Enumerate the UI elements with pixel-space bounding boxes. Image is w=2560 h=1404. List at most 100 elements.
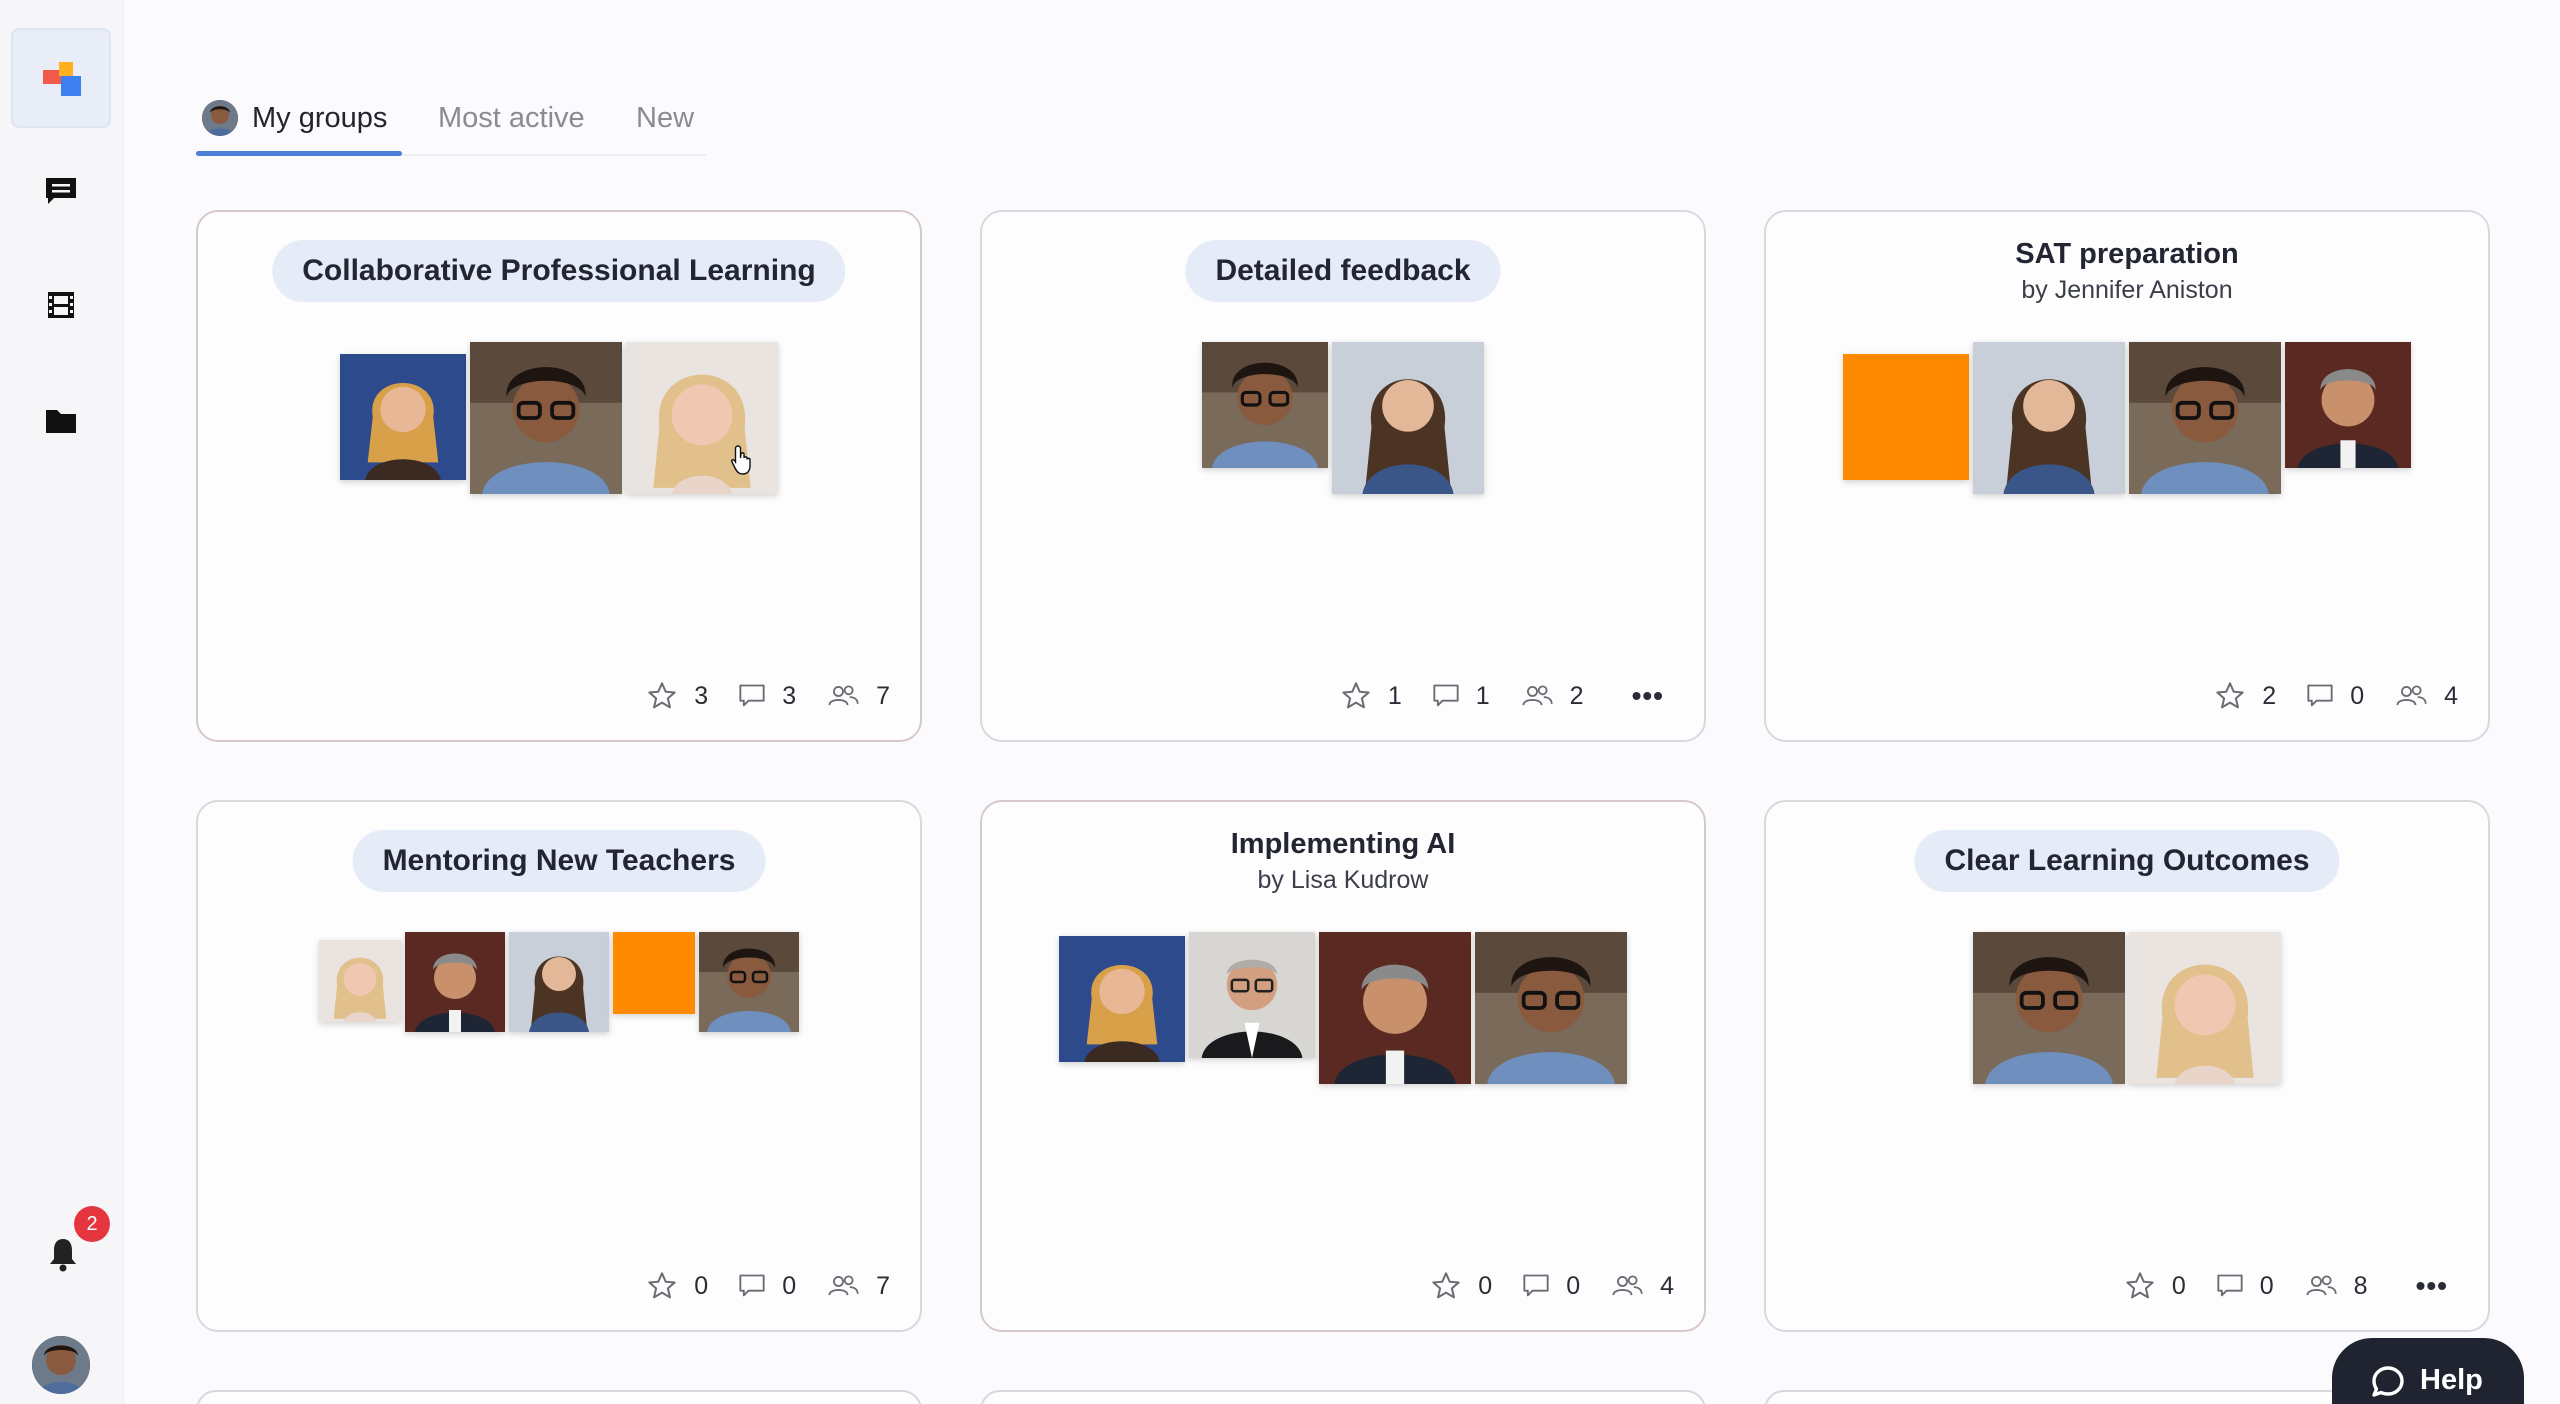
group-card[interactable]: Collaborative Professional Learning 3 3 …: [196, 210, 922, 742]
comment-icon: [1433, 684, 1459, 707]
comments-stat[interactable]: 3: [738, 682, 796, 711]
group-card-partial[interactable]: [980, 1390, 1706, 1404]
group-card-partial[interactable]: [196, 1390, 922, 1404]
stars-stat[interactable]: 2: [2214, 680, 2276, 712]
members-stat[interactable]: 2: [1520, 682, 1584, 711]
stars-count: 2: [2262, 681, 2277, 710]
member-photo: [509, 932, 609, 1032]
member-photo: [1202, 342, 1328, 468]
member-photo: [1973, 342, 2125, 494]
comments-stat[interactable]: 0: [2216, 1272, 2274, 1301]
member-photo: [2129, 342, 2281, 494]
member-photos: [1766, 932, 2488, 1084]
stars-stat[interactable]: 1: [1340, 680, 1402, 712]
group-tabs: My groups Most active New: [196, 80, 706, 156]
member-photos: [1766, 342, 2488, 494]
member-photo: [1475, 932, 1627, 1084]
members-count: 7: [876, 681, 890, 710]
tab-most-active[interactable]: Most active: [438, 90, 585, 146]
group-card[interactable]: SAT preparation by Jennifer Aniston 2 0 …: [1764, 210, 2490, 742]
members-stat[interactable]: 8: [2304, 1272, 2368, 1301]
member-photo: [2129, 932, 2281, 1084]
stars-stat[interactable]: 3: [646, 680, 708, 712]
user-avatar-small: [202, 100, 238, 136]
members-stat[interactable]: 4: [1610, 1272, 1674, 1301]
group-title: Mentoring New Teachers: [352, 830, 766, 892]
group-author: by Jennifer Aniston: [2021, 276, 2233, 304]
members-stat[interactable]: 7: [826, 682, 890, 711]
comments-stat[interactable]: 0: [1522, 1272, 1580, 1301]
chat-icon[interactable]: [44, 176, 78, 206]
comments-stat[interactable]: 0: [2306, 682, 2364, 711]
card-stats: 2 0 4: [2184, 678, 2458, 714]
member-photo: [1843, 354, 1969, 480]
card-stats: 0 0 8 •••: [2094, 1268, 2448, 1304]
comments-count: 0: [782, 1271, 797, 1300]
member-photos: [982, 342, 1704, 494]
member-photo: [1059, 936, 1185, 1062]
card-stats: 1 1 2 •••: [1310, 678, 1664, 714]
app-logo-icon[interactable]: [11, 28, 111, 128]
members-icon: [828, 1275, 859, 1296]
members-count: 8: [2353, 1271, 2368, 1300]
group-card[interactable]: Implementing AI by Lisa Kudrow 0 0 4: [980, 800, 1706, 1332]
comments-count: 3: [782, 681, 797, 710]
comments-stat[interactable]: 1: [1432, 682, 1490, 711]
star-icon: [2126, 1272, 2154, 1299]
tab-my-groups[interactable]: My groups: [202, 90, 387, 146]
comments-stat[interactable]: 0: [738, 1272, 796, 1301]
more-options-icon[interactable]: •••: [2416, 1270, 2448, 1302]
stars-stat[interactable]: 0: [646, 1270, 708, 1302]
sidebar: 2: [0, 0, 124, 1404]
member-photo: [1332, 342, 1484, 494]
comment-icon: [1523, 1274, 1549, 1297]
members-count: 4: [1660, 1271, 1674, 1300]
film-icon[interactable]: [44, 290, 78, 320]
stars-count: 0: [2171, 1271, 2186, 1300]
group-card[interactable]: Mentoring New Teachers 0 0 7: [196, 800, 922, 1332]
members-stat[interactable]: 7: [826, 1272, 890, 1301]
stars-count: 1: [1387, 681, 1402, 710]
stars-stat[interactable]: 0: [2124, 1270, 2186, 1302]
card-stats: 0 0 4: [1400, 1268, 1674, 1304]
members-stat[interactable]: 4: [2394, 682, 2458, 711]
members-count: 7: [876, 1271, 890, 1300]
comment-icon: [739, 684, 765, 707]
group-title: Implementing AI: [1230, 828, 1456, 860]
comment-icon: [2217, 1274, 2243, 1297]
star-icon: [648, 1272, 676, 1299]
members-icon: [1612, 1275, 1643, 1296]
group-card[interactable]: Detailed feedback 1 1 2 •••: [980, 210, 1706, 742]
notification-badge: 2: [74, 1206, 110, 1242]
help-button[interactable]: Help: [2332, 1338, 2524, 1404]
member-photo: [470, 342, 622, 494]
comments-count: 0: [1566, 1271, 1581, 1300]
star-icon: [648, 682, 676, 709]
comment-icon: [2307, 684, 2333, 707]
stars-stat[interactable]: 0: [1430, 1270, 1492, 1302]
tab-label: Most active: [438, 101, 585, 134]
tab-new[interactable]: New: [636, 90, 694, 146]
members-icon: [2306, 1275, 2337, 1296]
comments-count: 0: [2259, 1271, 2274, 1300]
active-tab-indicator: [196, 151, 402, 156]
member-photo: [613, 932, 695, 1014]
group-author: by Lisa Kudrow: [1257, 866, 1429, 894]
member-photo: [340, 354, 466, 480]
help-label: Help: [2420, 1364, 2483, 1396]
folder-icon[interactable]: [44, 406, 78, 436]
tab-label: New: [636, 101, 695, 134]
group-card[interactable]: Clear Learning Outcomes 0 0 8 •••: [1764, 800, 2490, 1332]
tab-label: My groups: [252, 101, 388, 134]
group-title: SAT preparation: [2015, 238, 2239, 270]
member-photo: [1973, 932, 2125, 1084]
member-photo: [405, 932, 505, 1032]
user-avatar[interactable]: [32, 1336, 90, 1394]
help-chat-icon: [2372, 1366, 2404, 1397]
bell-icon[interactable]: [48, 1236, 78, 1272]
more-options-icon[interactable]: •••: [1632, 680, 1664, 712]
member-photos: [198, 342, 920, 494]
member-photo: [1319, 932, 1471, 1084]
comment-icon: [739, 1274, 765, 1297]
star-icon: [1342, 682, 1370, 709]
